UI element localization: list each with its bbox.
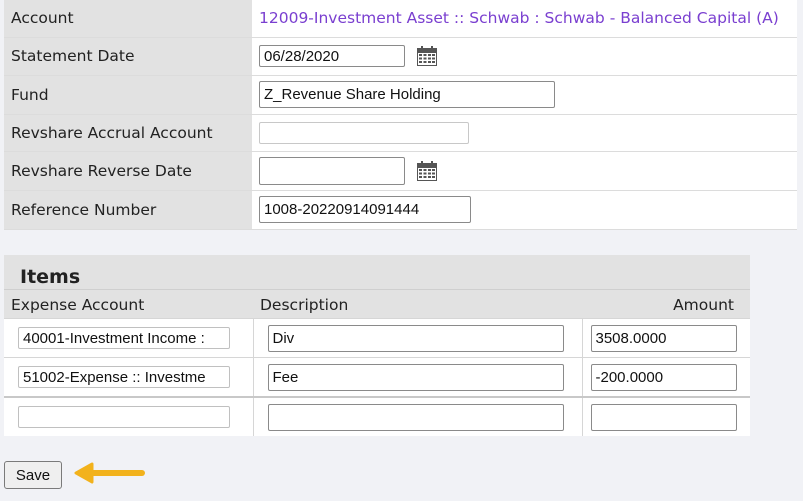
save-button[interactable]: Save bbox=[4, 461, 62, 489]
revshare-reverse-date-input[interactable] bbox=[259, 156, 405, 185]
statement-date-label: Statement Date bbox=[4, 37, 252, 76]
reference-number-row: Reference Number bbox=[4, 190, 797, 230]
journal-form: Account 12009-Investment Asset :: Schwab… bbox=[4, 0, 797, 230]
table-row bbox=[4, 396, 750, 436]
revshare-accrual-label: Revshare Accrual Account bbox=[4, 114, 252, 152]
expense-account-input[interactable] bbox=[18, 366, 230, 388]
revshare-accrual-input[interactable] bbox=[259, 121, 469, 144]
reference-number-label: Reference Number bbox=[4, 190, 252, 230]
left-arrow-icon bbox=[74, 462, 145, 484]
amount-header: Amount bbox=[582, 289, 750, 319]
calendar-icon[interactable] bbox=[416, 160, 438, 182]
description-header: Description bbox=[253, 289, 582, 319]
statement-date-row: Statement Date bbox=[4, 37, 797, 76]
description-input[interactable] bbox=[267, 324, 564, 352]
reference-number-input[interactable] bbox=[259, 196, 471, 223]
revshare-reverse-date-label: Revshare Reverse Date bbox=[4, 151, 252, 191]
expense-account-header: Expense Account bbox=[4, 289, 253, 319]
fund-row: Fund bbox=[4, 75, 797, 115]
expense-account-input[interactable] bbox=[18, 327, 230, 349]
amount-input[interactable] bbox=[590, 324, 737, 352]
account-row: Account 12009-Investment Asset :: Schwab… bbox=[4, 0, 797, 38]
items-title: Items bbox=[20, 266, 81, 288]
description-input[interactable] bbox=[267, 403, 564, 431]
revshare-reverse-date-row: Revshare Reverse Date bbox=[4, 151, 797, 191]
fund-label: Fund bbox=[4, 75, 252, 115]
items-header-row: Expense Account Description Amount bbox=[4, 289, 750, 319]
amount-input[interactable] bbox=[590, 363, 737, 391]
amount-input[interactable] bbox=[590, 403, 737, 431]
items-table: Expense Account Description Amount bbox=[4, 289, 750, 436]
table-row bbox=[4, 318, 750, 358]
items-section: Items Expense Account Description Amount bbox=[4, 255, 750, 436]
description-input[interactable] bbox=[267, 363, 564, 391]
account-link[interactable]: 12009-Investment Asset :: Schwab : Schwa… bbox=[259, 9, 779, 27]
fund-input[interactable] bbox=[259, 81, 555, 108]
expense-account-input[interactable] bbox=[18, 406, 230, 428]
revshare-accrual-row: Revshare Accrual Account bbox=[4, 114, 797, 152]
table-row bbox=[4, 357, 750, 397]
calendar-icon[interactable] bbox=[416, 45, 438, 67]
statement-date-input[interactable] bbox=[259, 45, 405, 67]
account-label: Account bbox=[4, 0, 252, 38]
